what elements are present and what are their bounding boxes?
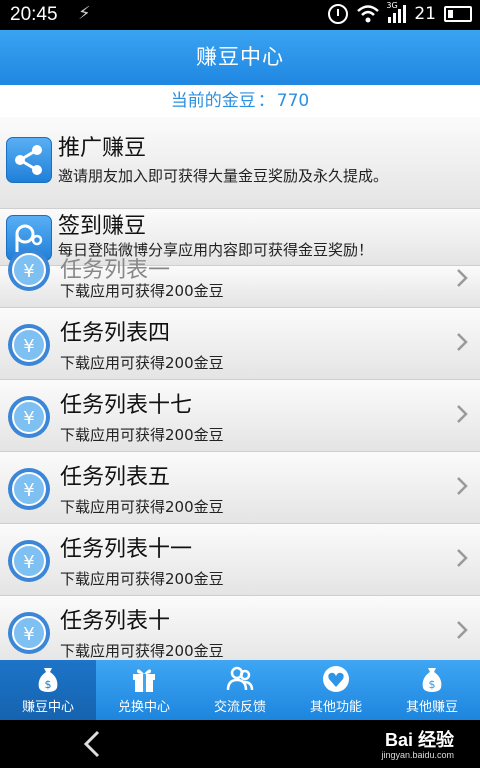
gold-balance: 当前的金豆： 770 (0, 85, 480, 117)
coin-icon: ¥ (8, 324, 50, 366)
task-row-4[interactable]: ¥ 任务列表五 下载应用可获得200金豆 (0, 452, 480, 524)
coin-icon: ¥ (8, 612, 50, 654)
battery-level: 21 (414, 4, 436, 24)
balance-value: 770 (276, 91, 310, 111)
balance-separator: ： (257, 91, 275, 111)
coin-icon: ¥ (8, 468, 50, 510)
tab-feedback[interactable]: 交流反馈 (192, 660, 288, 720)
coin-icon: ¥ (8, 396, 50, 438)
svg-text:¥: ¥ (23, 261, 34, 282)
task-row-5[interactable]: ¥ 任务列表十一 下载应用可获得200金豆 (0, 524, 480, 596)
task-subtitle: 下载应用可获得200金豆 (60, 570, 224, 588)
chevron-right-icon (457, 269, 468, 287)
tab-label: 交流反馈 (213, 700, 266, 715)
task-subtitle: 下载应用可获得200金豆 (60, 282, 224, 300)
network-type: 3G (386, 1, 398, 10)
tab-label: 赚豆中心 (21, 700, 74, 715)
promo-title: 推广赚豆 (58, 136, 147, 161)
back-icon[interactable] (82, 730, 102, 758)
heart-icon (323, 666, 349, 692)
task-subtitle: 下载应用可获得200金豆 (60, 354, 224, 372)
battery-icon (444, 6, 472, 22)
watermark-url: jingyan.baidu.com (381, 750, 454, 760)
signal-icon: 3G (386, 1, 407, 23)
task-row-2[interactable]: ¥ 任务列表四 下载应用可获得200金豆 (0, 308, 480, 380)
system-nav-bar: Bai 经验 jingyan.baidu.com (0, 720, 480, 768)
task-title: 任务列表十一 (60, 537, 193, 562)
svg-text:$: $ (45, 678, 52, 691)
alarm-icon (328, 4, 349, 24)
chevron-right-icon (457, 405, 468, 423)
chevron-right-icon (457, 621, 468, 639)
money-bag-icon: $ (38, 668, 58, 692)
task-title: 任务列表四 (60, 321, 171, 346)
users-icon (226, 666, 254, 691)
svg-text:¥: ¥ (23, 480, 34, 501)
coin-icon: ¥ (8, 540, 50, 582)
page-title: 赚豆中心 (196, 45, 284, 69)
svg-text:¥: ¥ (23, 552, 34, 573)
tab-exchange-center[interactable]: 兑换中心 (96, 660, 192, 720)
task-list[interactable]: 推广赚豆 邀请朋友加入即可获得大量金豆奖励及永久提成。 签到赚豆 每日登陆微博分… (0, 117, 480, 660)
tab-label: 其他赚豆 (405, 700, 458, 715)
task-title: 任务列表十七 (60, 393, 193, 418)
promo-subtitle: 邀请朋友加入即可获得大量金豆奖励及永久提成。 (58, 167, 389, 185)
money-bag-icon: $ (422, 668, 442, 692)
promo-title: 签到赚豆 (58, 214, 147, 239)
task-subtitle: 下载应用可获得200金豆 (60, 498, 224, 516)
share-icon (6, 137, 52, 183)
watermark-brand: Bai 经验 (384, 730, 454, 750)
svg-text:¥: ¥ (23, 624, 34, 645)
task-subtitle: 下载应用可获得200金豆 (60, 642, 224, 660)
tab-other-earn[interactable]: $ 其他赚豆 (384, 660, 480, 720)
promo-invite[interactable]: 推广赚豆 邀请朋友加入即可获得大量金豆奖励及永久提成。 (0, 117, 480, 209)
task-title: 任务列表五 (60, 465, 171, 490)
charging-icon: ⚡ (78, 3, 91, 24)
svg-text:¥: ¥ (23, 408, 34, 429)
tab-other-functions[interactable]: 其他功能 (288, 660, 384, 720)
status-time: 20:45 (10, 4, 58, 25)
task-row-6[interactable]: ¥ 任务列表十 下载应用可获得200金豆 (0, 596, 480, 660)
tab-label: 兑换中心 (117, 700, 170, 715)
task-subtitle: 下载应用可获得200金豆 (60, 426, 224, 444)
wifi-icon (357, 5, 380, 23)
chevron-right-icon (457, 477, 468, 495)
status-bar: 20:45 ⚡ 3G 21 (0, 0, 480, 30)
chevron-right-icon (457, 333, 468, 351)
task-title: 任务列表十 (60, 609, 171, 634)
coin-icon: ¥ (8, 249, 50, 291)
title-bar: 赚豆中心 (0, 30, 480, 85)
task-row-3[interactable]: ¥ 任务列表十七 下载应用可获得200金豆 (0, 380, 480, 452)
svg-text:$: $ (429, 678, 436, 691)
chevron-right-icon (457, 549, 468, 567)
tab-label: 其他功能 (309, 700, 362, 715)
balance-label: 当前的金豆 (170, 91, 256, 111)
gift-icon (133, 669, 155, 692)
svg-text:¥: ¥ (23, 336, 34, 357)
tab-earn-center[interactable]: $ 赚豆中心 (0, 660, 96, 720)
task-row-1[interactable]: ¥ 任务列表一 下载应用可获得200金豆 (0, 249, 480, 308)
bottom-tab-bar: $ 赚豆中心 兑换中心 交流反馈 其他功能 $ 其他赚豆 (0, 660, 480, 720)
